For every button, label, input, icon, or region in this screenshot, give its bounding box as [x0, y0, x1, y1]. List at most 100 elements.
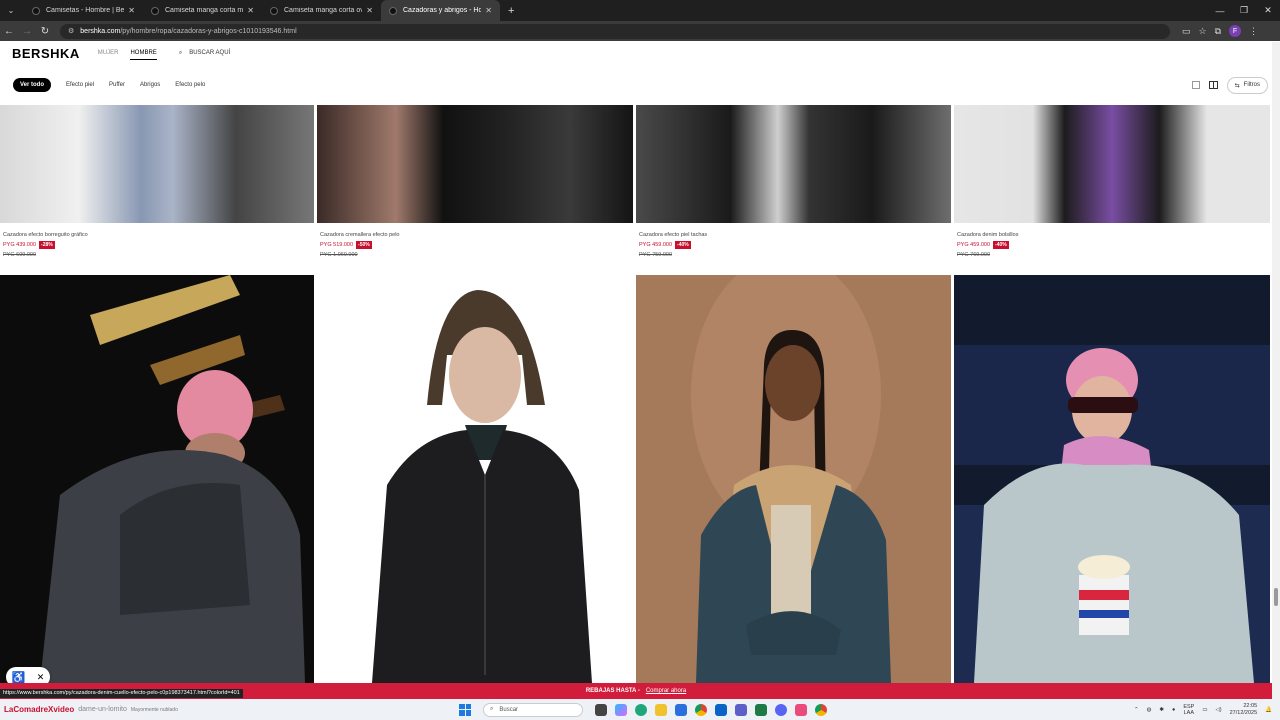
- chip-abrigos[interactable]: Abrigos: [140, 82, 160, 88]
- windows-start-icon[interactable]: [459, 703, 471, 716]
- product-image[interactable]: [317, 105, 633, 223]
- taskbar-search[interactable]: ⌕ Buscar: [483, 702, 583, 717]
- teams-icon[interactable]: [735, 703, 747, 716]
- browser-tab[interactable]: Camiseta manga corta oversiz✕: [262, 0, 381, 21]
- bookmark-star-icon[interactable]: ☆: [1199, 26, 1207, 37]
- bershka-logo[interactable]: BERSHKA: [12, 46, 80, 61]
- store-icon[interactable]: [675, 703, 687, 716]
- close-icon[interactable]: ✕: [128, 6, 135, 15]
- product-card[interactable]: Cazadora efecto piel tachas PYG 459.000-…: [636, 105, 951, 258]
- music-icon[interactable]: [795, 703, 807, 716]
- product-image[interactable]: [317, 275, 633, 683]
- product-price: PYG 519.000: [320, 242, 354, 248]
- spreadsheet-icon[interactable]: [755, 703, 767, 716]
- product-name[interactable]: Cazadora cremallera efecto pelo: [320, 232, 633, 238]
- chip-ver-todo[interactable]: Ver todo: [13, 78, 52, 92]
- chevron-up-icon[interactable]: ⌃: [1134, 707, 1139, 713]
- taskbar-apps: [595, 703, 827, 716]
- mail-icon[interactable]: [715, 703, 727, 716]
- product-grid-row-2: [0, 275, 1272, 683]
- bluetooth-icon[interactable]: ✱: [1159, 707, 1164, 713]
- product-image[interactable]: [636, 105, 951, 223]
- site-info-icon[interactable]: ⚙: [68, 27, 74, 35]
- browser-tab[interactable]: Camisetas - Hombre | Bershka✕: [24, 0, 143, 21]
- address-bar[interactable]: ⚙ bershka.com/py/hombre/ropa/cazadoras-y…: [60, 23, 1170, 39]
- clock[interactable]: 22:05 27/12/2025: [1230, 703, 1258, 717]
- close-icon[interactable]: ✕: [366, 6, 373, 15]
- product-old-price: PYG 759.000: [639, 252, 673, 258]
- volume-icon[interactable]: ◁): [1216, 707, 1222, 713]
- forward-icon[interactable]: →: [18, 26, 36, 37]
- chrome-profile-icon[interactable]: [815, 703, 827, 716]
- product-grid-row-1: Cazadora efecto borreguito gráfico PYG 4…: [0, 105, 1272, 265]
- extensions-icon[interactable]: ⧉: [1215, 26, 1221, 37]
- two-column-view-icon[interactable]: [1208, 81, 1218, 89]
- product-image[interactable]: [0, 105, 314, 223]
- filter-bar: Ver todo Efecto piel Puffer Abrigos Efec…: [0, 74, 1272, 96]
- product-card[interactable]: Cazadora cremallera efecto pelo PYG 519.…: [317, 105, 633, 258]
- close-icon[interactable]: ✕: [37, 672, 45, 683]
- taskbar-search-placeholder: Buscar: [499, 706, 519, 713]
- chip-puffer[interactable]: Puffer: [109, 82, 125, 88]
- network-icon[interactable]: ◍: [1147, 707, 1152, 713]
- product-price: PYG 459.000: [957, 242, 991, 248]
- view-controls: ⇆ Filtros: [1191, 74, 1268, 96]
- chip-efecto-pelo[interactable]: Efecto pelo: [175, 82, 205, 88]
- bershka-favicon-icon: [389, 6, 397, 15]
- browser-toolbar: ← → ↻ ⚙ bershka.com/py/hombre/ropa/cazad…: [0, 21, 1280, 41]
- lang-layout: LAA: [1183, 709, 1195, 716]
- link-status-url: https://www.bershka.com/py/cazadora-deni…: [0, 689, 243, 698]
- weather-text: Mayormente nublado: [130, 706, 178, 713]
- product-name[interactable]: Cazadora efecto piel tachas: [639, 232, 951, 238]
- copilot-icon[interactable]: [615, 703, 627, 716]
- nav-hombre[interactable]: HOMBRE: [130, 50, 157, 60]
- chrome-icon[interactable]: [695, 703, 707, 716]
- single-column-view-icon[interactable]: [1191, 81, 1200, 89]
- close-icon[interactable]: ✕: [247, 6, 254, 15]
- product-image[interactable]: [954, 105, 1270, 223]
- new-tab-button[interactable]: +: [508, 5, 514, 17]
- product-name[interactable]: Cazadora efecto borreguito gráfico: [3, 232, 314, 238]
- cast-icon[interactable]: ▭: [1182, 26, 1191, 37]
- restore-icon[interactable]: ❐: [1232, 0, 1256, 21]
- notifications-icon[interactable]: 🔔: [1265, 707, 1272, 713]
- product-price: PYG 439.000: [3, 242, 37, 248]
- back-icon[interactable]: ←: [0, 26, 18, 37]
- battery-icon[interactable]: ▭: [1202, 707, 1207, 713]
- close-window-icon[interactable]: ✕: [1256, 0, 1280, 21]
- search-bar[interactable]: ⌕ BUSCAR AQUÍ: [179, 50, 230, 57]
- scrollbar-thumb[interactable]: [1274, 588, 1278, 606]
- tab-list-icon[interactable]: ⌄: [4, 4, 18, 18]
- task-view-icon[interactable]: [595, 703, 607, 716]
- language-indicator[interactable]: ESP LAA: [1183, 704, 1194, 716]
- profile-avatar[interactable]: F: [1229, 25, 1242, 37]
- product-image[interactable]: [636, 275, 951, 683]
- browser-tab[interactable]: Camiseta manga corta mesh - I✕: [143, 0, 262, 21]
- discord-icon[interactable]: [775, 703, 787, 716]
- chip-efecto-piel[interactable]: Efecto piel: [66, 82, 94, 88]
- file-explorer-icon[interactable]: [655, 703, 667, 716]
- reload-icon[interactable]: ↻: [36, 26, 54, 37]
- product-old-price: PYG 609.000: [3, 252, 37, 258]
- minimize-icon[interactable]: —: [1208, 0, 1232, 21]
- menu-icon[interactable]: ⋮: [1249, 26, 1258, 37]
- page-scrollbar[interactable]: [1272, 42, 1280, 699]
- filters-button[interactable]: ⇆ Filtros: [1226, 76, 1268, 94]
- product-image[interactable]: [954, 275, 1270, 683]
- product-image[interactable]: [0, 275, 314, 683]
- tab-label: Camiseta manga corta oversiz: [284, 7, 363, 14]
- close-icon[interactable]: ✕: [485, 6, 492, 15]
- browser-tab-active[interactable]: Cazadoras y abrigos - Hombr✕: [381, 0, 500, 21]
- system-tray: ⌃ ◍ ✱ ● ESP LAA ▭ ◁) 22:05 27/12/2025 🔔: [1134, 699, 1272, 720]
- accessibility-icon[interactable]: ♿: [12, 671, 26, 684]
- edge-icon[interactable]: [635, 703, 647, 716]
- shop-now-link[interactable]: Comprar ahora: [646, 688, 686, 694]
- mic-icon[interactable]: ●: [1172, 707, 1175, 713]
- url-host: bershka.com: [80, 27, 121, 35]
- product-card[interactable]: Cazadora denim bolsillos PYG 459.000 -40%…: [954, 105, 1270, 258]
- nav-mujer[interactable]: MUJER: [98, 50, 119, 56]
- product-name[interactable]: Cazadora denim bolsillos: [957, 232, 1270, 238]
- product-card[interactable]: Cazadora efecto borreguito gráfico PYG 4…: [0, 105, 314, 258]
- discount-badge: -40%: [675, 241, 691, 249]
- clock-time: 22:05: [1243, 702, 1258, 709]
